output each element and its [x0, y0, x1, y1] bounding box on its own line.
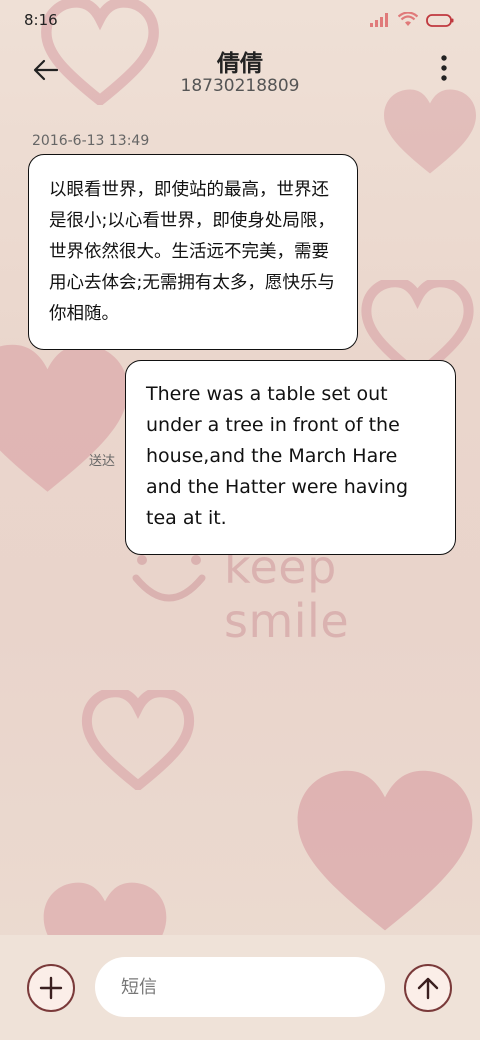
- message-composer: [0, 935, 480, 1040]
- status-time: 8:16: [24, 11, 58, 29]
- status-bar: 8:16: [0, 0, 480, 40]
- send-arrow-icon: [406, 966, 450, 1010]
- contact-name: 倩倩: [217, 51, 263, 77]
- outgoing-message-bubble[interactable]: There was a table set out under a tree i…: [125, 360, 456, 555]
- more-options-button[interactable]: [438, 54, 450, 84]
- more-vert-icon: [438, 55, 450, 88]
- delivery-status: 送达: [89, 454, 116, 469]
- add-attachment-button[interactable]: [27, 964, 75, 1012]
- watermark-text: keep smile: [224, 540, 350, 648]
- conversation-header: 倩倩 18730218809: [0, 40, 480, 110]
- battery-icon: [426, 12, 454, 31]
- heart-decoration: [78, 690, 198, 790]
- status-icons: [370, 11, 454, 31]
- signal-icon: [370, 12, 390, 31]
- heart-decoration: [290, 765, 480, 940]
- incoming-message-bubble[interactable]: 以眼看世界，即使站的最高，世界还是很小;以心看世界，即使身处局限，世界依然很大。…: [28, 154, 358, 350]
- incoming-message-text: 以眼看世界，即使站的最高，世界还是很小;以心看世界，即使身处局限，世界依然很大。…: [49, 180, 335, 324]
- contact-phone: 18730218809: [180, 76, 300, 96]
- plus-icon: [29, 966, 73, 1010]
- wifi-icon: [397, 11, 419, 31]
- heart-decoration: [0, 330, 135, 510]
- send-button[interactable]: [404, 964, 452, 1012]
- smile-face-icon: [132, 550, 206, 610]
- message-timestamp: 2016-6-13 13:49: [32, 133, 150, 149]
- message-input[interactable]: [95, 957, 385, 1017]
- outgoing-message-text: There was a table set out under a tree i…: [146, 383, 409, 529]
